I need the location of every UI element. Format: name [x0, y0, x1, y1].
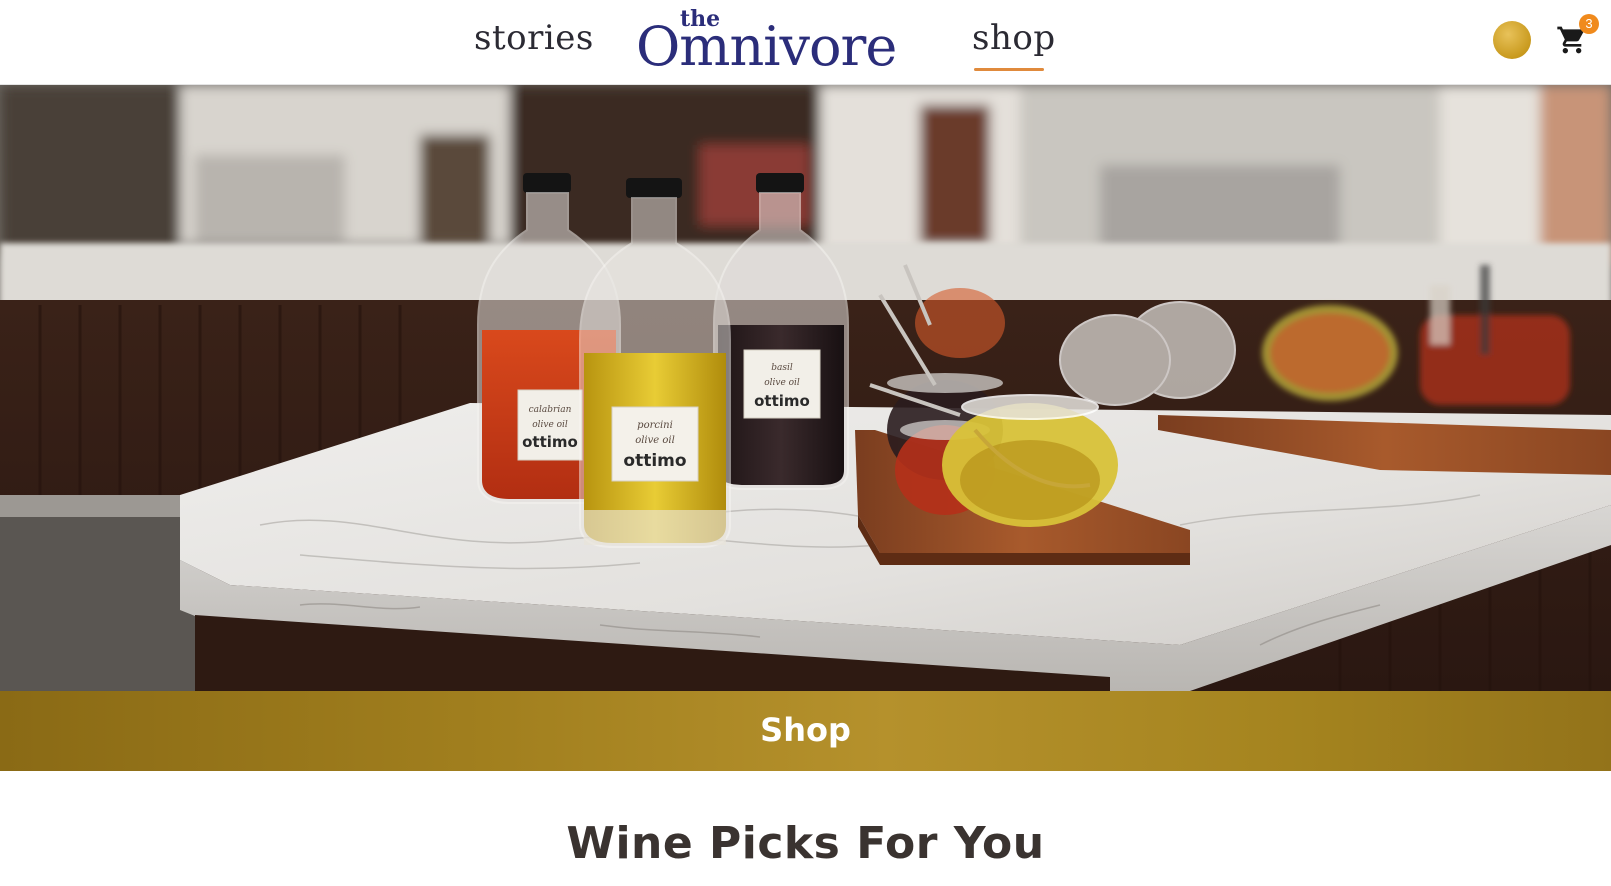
page-title-band: Shop	[0, 691, 1611, 771]
svg-text:porcini: porcini	[637, 420, 673, 431]
logo-wordmark: Omnivore	[636, 15, 897, 78]
hero-scene: calabrian olive oil ottimo basil olive o…	[0, 85, 1611, 691]
cart-count-badge: 3	[1579, 14, 1599, 34]
active-nav-indicator	[974, 68, 1044, 71]
svg-text:olive oil: olive oil	[764, 378, 800, 388]
section-heading-wine-picks: Wine Picks For You	[566, 818, 1045, 869]
page-title: Shop	[760, 711, 851, 749]
svg-text:basil: basil	[771, 363, 793, 373]
svg-text:calabrian: calabrian	[529, 405, 572, 415]
user-avatar[interactable]	[1493, 21, 1531, 59]
hero-image: calabrian olive oil ottimo basil olive o…	[0, 85, 1611, 691]
site-header: stories the Omnivore shop 3	[0, 0, 1611, 85]
svg-text:ottimo: ottimo	[754, 392, 810, 410]
svg-text:ottimo: ottimo	[623, 451, 686, 471]
nav-stories-link[interactable]: stories	[474, 18, 594, 58]
svg-text:olive oil: olive oil	[635, 435, 675, 446]
site-logo[interactable]: the Omnivore	[636, 4, 906, 78]
svg-text:olive oil: olive oil	[532, 420, 568, 430]
svg-text:ottimo: ottimo	[522, 433, 578, 451]
nav-shop-link[interactable]: shop	[972, 18, 1056, 58]
